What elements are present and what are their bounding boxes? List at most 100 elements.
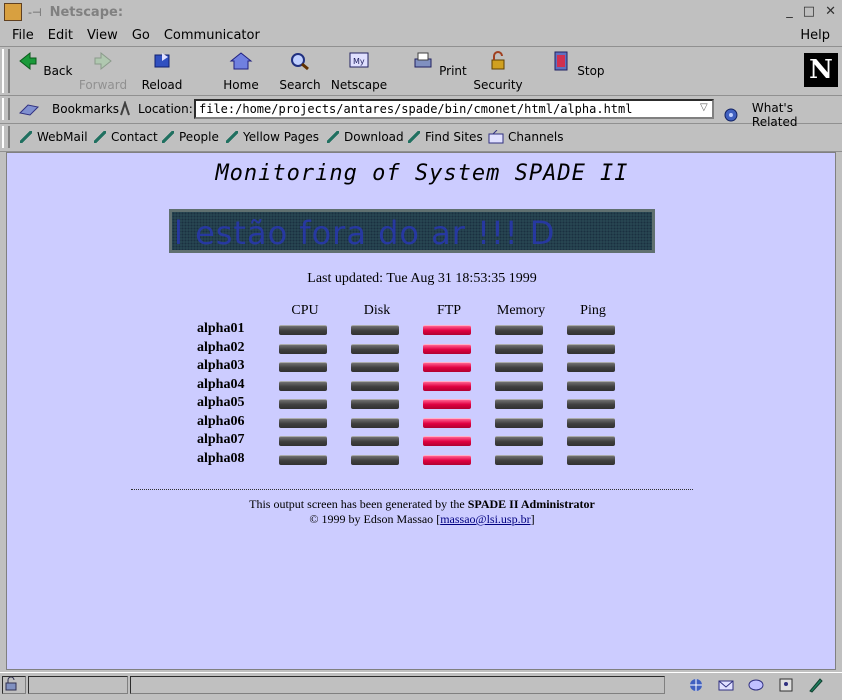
status-bar-memory[interactable] [495, 380, 543, 391]
status-bar-ping[interactable] [567, 417, 615, 428]
status-bar-ftp[interactable] [423, 399, 471, 409]
location-dropdown-icon[interactable]: ▽ [700, 102, 708, 113]
host-row: alpha08 [197, 451, 637, 469]
status-bar-ftp[interactable] [423, 454, 471, 465]
status-bar-ftp[interactable] [423, 325, 471, 335]
host-row: alpha06 [197, 414, 637, 432]
personal-grip[interactable] [2, 126, 10, 148]
status-bar-memory[interactable] [495, 417, 543, 428]
forward-button[interactable]: Forward [73, 51, 133, 92]
search-button[interactable]: Search [270, 51, 330, 92]
host-name: alpha05 [197, 395, 245, 410]
minimize-icon[interactable]: _ [786, 4, 793, 19]
print-button[interactable]: Print [409, 51, 469, 78]
status-bar-cpu[interactable] [279, 399, 327, 409]
stop-button[interactable]: Stop [547, 51, 607, 78]
stop-label: Stop [577, 64, 605, 78]
yellow-pages-link[interactable]: Yellow Pages [226, 130, 319, 144]
status-bar-ping[interactable] [567, 343, 615, 354]
status-bar-ping[interactable] [567, 399, 615, 409]
status-bar-disk[interactable] [351, 380, 399, 391]
status-bar-ftp[interactable] [423, 343, 471, 354]
status-bar-memory[interactable] [495, 362, 543, 372]
download-link[interactable]: Download [327, 130, 404, 144]
status-bar-disk[interactable] [351, 454, 399, 465]
status-bar-ping[interactable] [567, 380, 615, 391]
status-bar-disk[interactable] [351, 399, 399, 409]
close-icon[interactable]: ✕ [825, 4, 836, 19]
status-bar-memory[interactable] [495, 436, 543, 446]
status-bar-cpu[interactable] [279, 417, 327, 428]
status-bar-cpu[interactable] [279, 362, 327, 372]
my-netscape-icon: My [349, 52, 369, 68]
menu-communicator[interactable]: Communicator [164, 28, 260, 43]
status-bar-memory[interactable] [495, 325, 543, 335]
host-row: alpha01 [197, 321, 637, 339]
menu-file[interactable]: File [12, 28, 34, 43]
navigator-component-icon[interactable] [688, 677, 704, 693]
menu-go[interactable]: Go [132, 28, 150, 43]
security-button[interactable]: Security [468, 51, 528, 92]
reload-button[interactable]: Reload [132, 51, 192, 92]
forward-label: Forward [78, 78, 128, 92]
netscape-button[interactable]: My Netscape [329, 51, 389, 92]
column-header-cpu: CPU [291, 303, 319, 318]
bookmarks-button[interactable]: Bookmarks [18, 101, 119, 117]
status-bar-ping[interactable] [567, 454, 615, 465]
status-bar-disk[interactable] [351, 417, 399, 428]
printer-icon [414, 52, 432, 68]
status-bar-ping[interactable] [567, 362, 615, 372]
status-bar-disk[interactable] [351, 436, 399, 446]
back-button[interactable]: Back [14, 51, 74, 78]
netscape-logo[interactable]: N [804, 53, 838, 87]
menu-bar: File Edit View Go Communicator Help [0, 24, 842, 47]
security-status-field[interactable] [2, 676, 26, 694]
netscape-window-icon[interactable] [4, 3, 22, 21]
menu-view[interactable]: View [87, 28, 118, 43]
status-bar-cpu[interactable] [279, 454, 327, 465]
status-bar-cpu[interactable] [279, 436, 327, 446]
status-bar-ftp[interactable] [423, 436, 471, 446]
toolbar-grip[interactable] [2, 49, 10, 93]
mail-component-icon[interactable] [718, 677, 734, 693]
find-sites-link[interactable]: Find Sites [408, 130, 483, 144]
people-link[interactable]: People [162, 130, 219, 144]
page-content[interactable]: Monitoring of System SPADE II l estão fo… [6, 152, 836, 670]
status-bar-cpu[interactable] [279, 380, 327, 391]
status-bar-memory[interactable] [495, 399, 543, 409]
home-button[interactable]: Home [211, 51, 271, 92]
status-bar-ftp[interactable] [423, 380, 471, 391]
menu-edit[interactable]: Edit [48, 28, 73, 43]
status-bar-disk[interactable] [351, 362, 399, 372]
webmail-link[interactable]: WebMail [20, 130, 88, 144]
menu-help[interactable]: Help [800, 28, 830, 43]
status-bar-memory[interactable] [495, 343, 543, 354]
pin-icon[interactable]: -⊣ [28, 6, 42, 19]
location-input[interactable]: file:/home/projects/antares/spade/bin/cm… [194, 99, 714, 119]
status-bar-ping[interactable] [567, 325, 615, 335]
status-bar-ftp[interactable] [423, 417, 471, 428]
generated-by: SPADE II Administrator [467, 497, 595, 511]
status-bar-ftp[interactable] [423, 362, 471, 372]
led-ticker-text: l estão fora do ar !!! D [174, 214, 556, 252]
generated-prefix: This output screen has been generated by… [249, 497, 465, 511]
composer-component-icon[interactable] [808, 677, 824, 693]
location-grip[interactable] [2, 98, 10, 120]
status-bar-ping[interactable] [567, 436, 615, 446]
page-proxy-icon[interactable] [118, 101, 132, 117]
newsgroups-component-icon[interactable] [748, 677, 764, 693]
channels-link[interactable]: Channels [488, 130, 564, 144]
footer-divider [131, 489, 693, 490]
status-bar-disk[interactable] [351, 325, 399, 335]
maximize-icon[interactable]: □ [803, 4, 815, 19]
progress-field [28, 676, 128, 694]
status-bar-cpu[interactable] [279, 343, 327, 354]
email-link[interactable]: massao@lsi.usp.br [440, 512, 530, 526]
download-label: Download [344, 130, 404, 144]
status-bar-disk[interactable] [351, 343, 399, 354]
status-bar-cpu[interactable] [279, 325, 327, 335]
last-updated: Last updated: Tue Aug 31 18:53:35 1999 [307, 271, 537, 286]
address-book-component-icon[interactable] [778, 677, 794, 693]
status-bar-memory[interactable] [495, 454, 543, 465]
contact-link[interactable]: Contact [94, 130, 158, 144]
